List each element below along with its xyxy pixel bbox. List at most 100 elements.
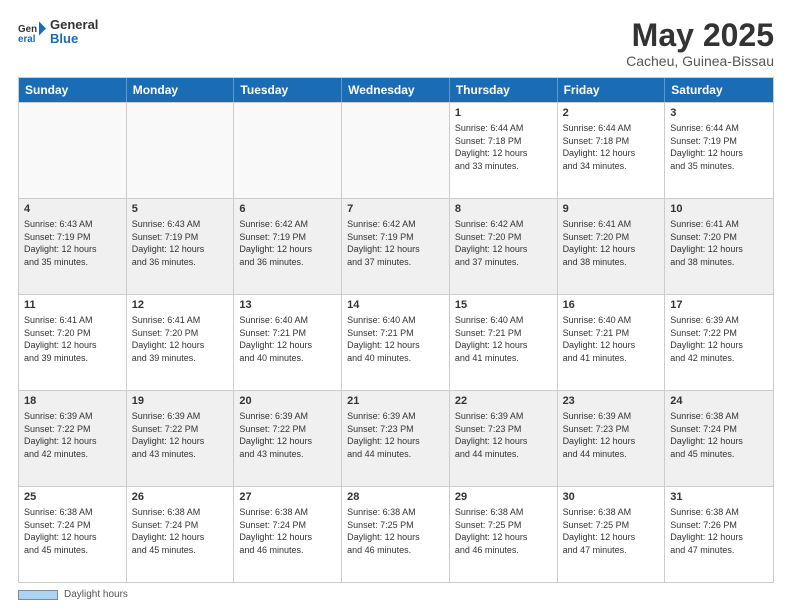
day-number: 20 (239, 394, 336, 409)
logo: Gen eral General Blue (18, 18, 98, 47)
day-cell: 2Sunrise: 6:44 AM Sunset: 7:18 PM Daylig… (558, 103, 666, 198)
day-number: 15 (455, 298, 552, 313)
footer: Daylight hours (18, 589, 774, 600)
day-number: 23 (563, 394, 660, 409)
day-number: 26 (132, 490, 229, 505)
day-number: 4 (24, 202, 121, 217)
day-number: 11 (24, 298, 121, 313)
day-cell: 28Sunrise: 6:38 AM Sunset: 7:25 PM Dayli… (342, 487, 450, 582)
day-number: 24 (670, 394, 768, 409)
day-cell: 22Sunrise: 6:39 AM Sunset: 7:23 PM Dayli… (450, 391, 558, 486)
day-info: Sunrise: 6:44 AM Sunset: 7:18 PM Dayligh… (563, 122, 660, 172)
day-info: Sunrise: 6:38 AM Sunset: 7:24 PM Dayligh… (670, 410, 768, 460)
day-number: 5 (132, 202, 229, 217)
subtitle: Cacheu, Guinea-Bissau (626, 53, 774, 69)
day-info: Sunrise: 6:40 AM Sunset: 7:21 PM Dayligh… (455, 314, 552, 364)
day-number: 8 (455, 202, 552, 217)
day-info: Sunrise: 6:39 AM Sunset: 7:22 PM Dayligh… (670, 314, 768, 364)
day-cell: 14Sunrise: 6:40 AM Sunset: 7:21 PM Dayli… (342, 295, 450, 390)
day-cell: 4Sunrise: 6:43 AM Sunset: 7:19 PM Daylig… (19, 199, 127, 294)
day-cell: 9Sunrise: 6:41 AM Sunset: 7:20 PM Daylig… (558, 199, 666, 294)
day-cell: 8Sunrise: 6:42 AM Sunset: 7:20 PM Daylig… (450, 199, 558, 294)
day-info: Sunrise: 6:41 AM Sunset: 7:20 PM Dayligh… (132, 314, 229, 364)
page: Gen eral General Blue May 2025 Cacheu, G… (0, 0, 792, 612)
day-cell: 31Sunrise: 6:38 AM Sunset: 7:26 PM Dayli… (665, 487, 773, 582)
day-number: 6 (239, 202, 336, 217)
day-info: Sunrise: 6:38 AM Sunset: 7:26 PM Dayligh… (670, 506, 768, 556)
day-info: Sunrise: 6:42 AM Sunset: 7:20 PM Dayligh… (455, 218, 552, 268)
day-info: Sunrise: 6:38 AM Sunset: 7:25 PM Dayligh… (347, 506, 444, 556)
day-cell: 7Sunrise: 6:42 AM Sunset: 7:19 PM Daylig… (342, 199, 450, 294)
day-cell: 25Sunrise: 6:38 AM Sunset: 7:24 PM Dayli… (19, 487, 127, 582)
title-block: May 2025 Cacheu, Guinea-Bissau (626, 18, 774, 69)
day-info: Sunrise: 6:39 AM Sunset: 7:22 PM Dayligh… (24, 410, 121, 460)
day-info: Sunrise: 6:38 AM Sunset: 7:24 PM Dayligh… (239, 506, 336, 556)
footer-label: Daylight hours (64, 589, 128, 600)
day-number: 12 (132, 298, 229, 313)
day-cell: 13Sunrise: 6:40 AM Sunset: 7:21 PM Dayli… (234, 295, 342, 390)
day-info: Sunrise: 6:39 AM Sunset: 7:22 PM Dayligh… (239, 410, 336, 460)
day-number: 14 (347, 298, 444, 313)
day-number: 30 (563, 490, 660, 505)
day-header-tuesday: Tuesday (234, 78, 342, 102)
day-info: Sunrise: 6:44 AM Sunset: 7:19 PM Dayligh… (670, 122, 768, 172)
week-row-2: 11Sunrise: 6:41 AM Sunset: 7:20 PM Dayli… (19, 294, 773, 390)
day-info: Sunrise: 6:42 AM Sunset: 7:19 PM Dayligh… (347, 218, 444, 268)
day-number: 17 (670, 298, 768, 313)
day-info: Sunrise: 6:39 AM Sunset: 7:22 PM Dayligh… (132, 410, 229, 460)
day-header-wednesday: Wednesday (342, 78, 450, 102)
day-cell: 12Sunrise: 6:41 AM Sunset: 7:20 PM Dayli… (127, 295, 235, 390)
day-cell: 5Sunrise: 6:43 AM Sunset: 7:19 PM Daylig… (127, 199, 235, 294)
day-cell: 3Sunrise: 6:44 AM Sunset: 7:19 PM Daylig… (665, 103, 773, 198)
week-row-3: 18Sunrise: 6:39 AM Sunset: 7:22 PM Dayli… (19, 390, 773, 486)
day-cell (19, 103, 127, 198)
day-info: Sunrise: 6:40 AM Sunset: 7:21 PM Dayligh… (347, 314, 444, 364)
day-cell: 6Sunrise: 6:42 AM Sunset: 7:19 PM Daylig… (234, 199, 342, 294)
day-cell: 17Sunrise: 6:39 AM Sunset: 7:22 PM Dayli… (665, 295, 773, 390)
day-cell: 16Sunrise: 6:40 AM Sunset: 7:21 PM Dayli… (558, 295, 666, 390)
day-info: Sunrise: 6:42 AM Sunset: 7:19 PM Dayligh… (239, 218, 336, 268)
day-header-thursday: Thursday (450, 78, 558, 102)
day-number: 29 (455, 490, 552, 505)
calendar: SundayMondayTuesdayWednesdayThursdayFrid… (18, 77, 774, 583)
day-info: Sunrise: 6:41 AM Sunset: 7:20 PM Dayligh… (670, 218, 768, 268)
day-header-friday: Friday (558, 78, 666, 102)
day-info: Sunrise: 6:41 AM Sunset: 7:20 PM Dayligh… (24, 314, 121, 364)
day-number: 18 (24, 394, 121, 409)
logo-icon: Gen eral (18, 18, 46, 46)
day-info: Sunrise: 6:39 AM Sunset: 7:23 PM Dayligh… (347, 410, 444, 460)
day-number: 10 (670, 202, 768, 217)
day-cell: 11Sunrise: 6:41 AM Sunset: 7:20 PM Dayli… (19, 295, 127, 390)
day-info: Sunrise: 6:40 AM Sunset: 7:21 PM Dayligh… (239, 314, 336, 364)
day-info: Sunrise: 6:40 AM Sunset: 7:21 PM Dayligh… (563, 314, 660, 364)
day-cell (127, 103, 235, 198)
day-number: 3 (670, 106, 768, 121)
day-cell (342, 103, 450, 198)
day-cell: 18Sunrise: 6:39 AM Sunset: 7:22 PM Dayli… (19, 391, 127, 486)
day-info: Sunrise: 6:38 AM Sunset: 7:25 PM Dayligh… (563, 506, 660, 556)
day-cell: 23Sunrise: 6:39 AM Sunset: 7:23 PM Dayli… (558, 391, 666, 486)
day-number: 21 (347, 394, 444, 409)
day-cell: 10Sunrise: 6:41 AM Sunset: 7:20 PM Dayli… (665, 199, 773, 294)
day-number: 25 (24, 490, 121, 505)
day-info: Sunrise: 6:39 AM Sunset: 7:23 PM Dayligh… (563, 410, 660, 460)
day-number: 27 (239, 490, 336, 505)
day-number: 28 (347, 490, 444, 505)
day-cell: 15Sunrise: 6:40 AM Sunset: 7:21 PM Dayli… (450, 295, 558, 390)
day-cell (234, 103, 342, 198)
day-cell: 21Sunrise: 6:39 AM Sunset: 7:23 PM Dayli… (342, 391, 450, 486)
day-info: Sunrise: 6:38 AM Sunset: 7:24 PM Dayligh… (24, 506, 121, 556)
day-cell: 30Sunrise: 6:38 AM Sunset: 7:25 PM Dayli… (558, 487, 666, 582)
day-info: Sunrise: 6:43 AM Sunset: 7:19 PM Dayligh… (24, 218, 121, 268)
day-number: 22 (455, 394, 552, 409)
day-number: 31 (670, 490, 768, 505)
day-info: Sunrise: 6:38 AM Sunset: 7:24 PM Dayligh… (132, 506, 229, 556)
day-cell: 26Sunrise: 6:38 AM Sunset: 7:24 PM Dayli… (127, 487, 235, 582)
header: Gen eral General Blue May 2025 Cacheu, G… (18, 18, 774, 69)
week-row-0: 1Sunrise: 6:44 AM Sunset: 7:18 PM Daylig… (19, 102, 773, 198)
day-cell: 24Sunrise: 6:38 AM Sunset: 7:24 PM Dayli… (665, 391, 773, 486)
day-header-saturday: Saturday (665, 78, 773, 102)
main-title: May 2025 (626, 18, 774, 53)
day-number: 13 (239, 298, 336, 313)
svg-text:eral: eral (18, 34, 36, 45)
